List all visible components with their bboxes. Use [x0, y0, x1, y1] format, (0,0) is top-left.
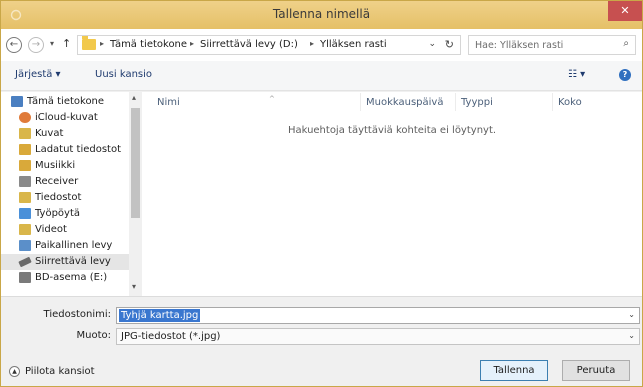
- file-list[interactable]: Nimi ^ Muokkauspäivä Tyyppi Koko Hakueht…: [142, 92, 642, 296]
- chevron-down-icon[interactable]: ⌄: [628, 331, 635, 340]
- icloud-icon: [19, 112, 31, 123]
- hide-folders-label: Piilota kansiot: [25, 366, 95, 377]
- nav-item-label: Työpöytä: [35, 208, 81, 219]
- save-button[interactable]: Tallenna: [480, 360, 548, 381]
- address-row: ← → ▾ ↑ ▸ Tämä tietokone ▸ Siirrettävä l…: [1, 29, 642, 61]
- nav-item-bd-drive[interactable]: BD-asema (E:): [1, 270, 129, 286]
- refresh-icon[interactable]: ↻: [445, 38, 454, 51]
- title-bar[interactable]: Tallenna nimellä ✕: [1, 1, 642, 29]
- filename-field[interactable]: Tyhjä kartta.jpg ⌄: [116, 307, 640, 324]
- nav-item-removable-drive[interactable]: Siirrettävä levy: [1, 254, 129, 270]
- breadcrumb-removable-drive[interactable]: Siirrettävä levy (D:): [200, 39, 298, 50]
- search-box[interactable]: ⌕: [468, 35, 636, 55]
- nav-item-label: Siirrettävä levy: [35, 256, 111, 267]
- search-input[interactable]: [475, 38, 615, 52]
- up-button[interactable]: ↑: [62, 37, 71, 50]
- command-bar: Järjestä ▾ Uusi kansio ☷ ▾ ?: [1, 61, 642, 91]
- filetype-value: JPG-tiedostot (*.jpg): [121, 331, 221, 342]
- column-header-size[interactable]: Koko: [558, 97, 582, 108]
- navigation-pane: Tämä tietokone iCloud-kuvat Kuvat Ladatu…: [1, 92, 142, 296]
- nav-item-label: BD-asema (E:): [35, 272, 108, 283]
- breadcrumb-folder[interactable]: Ylläksen rasti: [320, 39, 387, 50]
- filetype-select[interactable]: JPG-tiedostot (*.jpg) ⌄: [116, 328, 640, 345]
- window-title: Tallenna nimellä: [272, 7, 371, 21]
- nav-scrollbar[interactable]: ▴ ▾: [129, 92, 142, 296]
- breadcrumb-chevron-icon[interactable]: ▸: [190, 39, 194, 48]
- help-icon[interactable]: ?: [619, 69, 631, 81]
- column-header-label: Nimi: [157, 97, 180, 108]
- breadcrumb-this-pc[interactable]: Tämä tietokone: [110, 39, 187, 50]
- forward-button[interactable]: →: [28, 37, 44, 53]
- sort-arrow-icon: ^: [269, 95, 275, 103]
- nav-item-receiver[interactable]: Receiver: [1, 174, 129, 190]
- address-bar[interactable]: ▸ Tämä tietokone ▸ Siirrettävä levy (D:)…: [77, 35, 461, 55]
- nav-item-music[interactable]: Musiikki: [1, 158, 129, 174]
- empty-message: Hakuehtoja täyttäviä kohteita ei löytyny…: [287, 125, 497, 136]
- chevron-down-icon[interactable]: ⌄: [628, 310, 635, 319]
- view-options-icon[interactable]: ☷ ▾: [568, 69, 585, 80]
- column-header-name[interactable]: Nimi ^: [157, 95, 275, 108]
- nav-item-label: Musiikki: [35, 160, 76, 171]
- back-button[interactable]: ←: [6, 37, 22, 53]
- nav-item-desktop[interactable]: Työpöytä: [1, 206, 129, 222]
- nav-item-label: Paikallinen levy: [35, 240, 113, 251]
- videos-folder-icon: [19, 224, 31, 235]
- search-icon[interactable]: ⌕: [623, 38, 629, 49]
- nav-item-downloads[interactable]: Ladatut tiedostot: [1, 142, 129, 158]
- music-folder-icon: [19, 160, 31, 171]
- downloads-folder-icon: [19, 144, 31, 155]
- new-folder-button[interactable]: Uusi kansio: [95, 69, 152, 80]
- chevron-up-icon: ▲: [9, 366, 20, 377]
- desktop-folder-icon: [19, 208, 31, 219]
- nav-item-documents[interactable]: Tiedostot: [1, 190, 129, 206]
- nav-item-label: Ladatut tiedostot: [35, 144, 122, 155]
- column-divider[interactable]: [360, 93, 361, 111]
- receiver-icon: [19, 176, 31, 187]
- recent-locations-icon[interactable]: ▾: [50, 39, 54, 48]
- breadcrumb-chevron-icon[interactable]: ▸: [310, 39, 314, 48]
- nav-item-label: Kuvat: [35, 128, 64, 139]
- nav-item-videos[interactable]: Videot: [1, 222, 129, 238]
- column-header-type[interactable]: Tyyppi: [461, 97, 493, 108]
- nav-item-label: Tämä tietokone: [27, 96, 105, 107]
- cancel-button[interactable]: Peruuta: [562, 360, 630, 381]
- nav-item-icloud[interactable]: iCloud-kuvat: [1, 110, 129, 126]
- filetype-label: Muoto:: [76, 330, 112, 341]
- folder-icon: [82, 36, 96, 50]
- column-divider[interactable]: [552, 93, 553, 111]
- nav-item-this-pc[interactable]: Tämä tietokone: [1, 94, 129, 110]
- column-divider[interactable]: [455, 93, 456, 111]
- pictures-folder-icon: [19, 128, 31, 139]
- computer-icon: [11, 96, 23, 107]
- nav-item-label: iCloud-kuvat: [35, 112, 98, 123]
- removable-drive-icon: [18, 256, 32, 268]
- local-disk-icon: [19, 240, 31, 251]
- chevron-down-icon[interactable]: ⌄: [428, 39, 436, 49]
- scroll-down-icon[interactable]: ▾: [132, 282, 136, 291]
- close-button[interactable]: ✕: [608, 1, 642, 21]
- nav-item-label: Receiver: [35, 176, 79, 187]
- scroll-up-icon[interactable]: ▴: [132, 93, 136, 102]
- nav-item-label: Videot: [35, 224, 67, 235]
- filename-value[interactable]: Tyhjä kartta.jpg: [119, 309, 201, 322]
- documents-folder-icon: [19, 192, 31, 203]
- save-options-panel: Tiedostonimi: Tyhjä kartta.jpg ⌄ Muoto: …: [1, 296, 642, 386]
- filename-label: Tiedostonimi:: [43, 309, 111, 320]
- nav-item-local-disk[interactable]: Paikallinen levy: [1, 238, 129, 254]
- organize-button[interactable]: Järjestä ▾: [15, 69, 61, 80]
- nav-item-pictures[interactable]: Kuvat: [1, 126, 129, 142]
- nav-item-label: Tiedostot: [35, 192, 82, 203]
- breadcrumb-chevron-icon[interactable]: ▸: [100, 39, 104, 48]
- save-as-dialog: Tallenna nimellä ✕ ← → ▾ ↑ ▸ Tämä tietok…: [0, 0, 643, 387]
- scrollbar-thumb[interactable]: [131, 108, 140, 218]
- column-header-date[interactable]: Muokkauspäivä: [366, 97, 443, 108]
- bd-drive-icon: [19, 272, 31, 283]
